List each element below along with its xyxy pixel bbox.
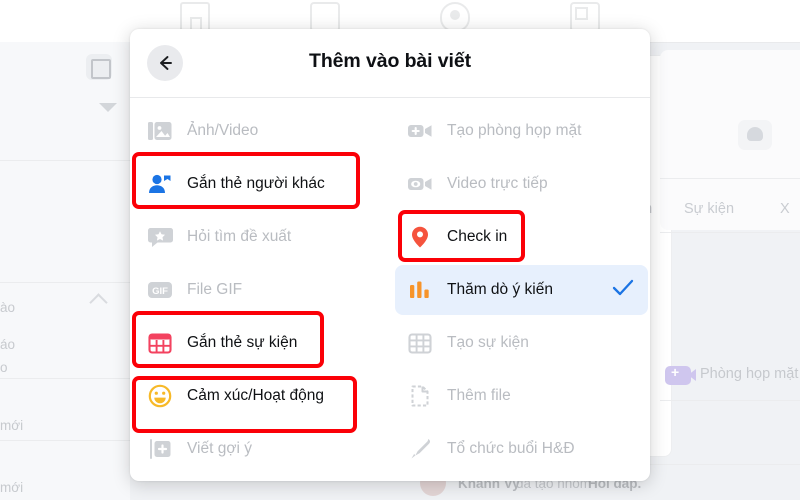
option-label: File GIF [187,281,243,298]
option-label: Tổ chức buổi H&Đ [447,440,575,457]
option-write-prompt[interactable]: Viết gợi ý [135,424,388,474]
option-host-qa[interactable]: Tổ chức buổi H&Đ [395,424,648,474]
option-label: Check in [447,228,508,245]
gif-icon: GIF [145,275,175,305]
modal-header: Thêm vào bài viết [130,29,650,98]
people-icon[interactable] [738,120,772,150]
option-create-event[interactable]: Tạo sự kiện [395,318,648,368]
option-check-in[interactable]: Check in [395,212,648,262]
photo-video-icon [145,116,175,146]
location-pin-icon [405,222,435,252]
option-label: Video trực tiếp [447,175,548,192]
option-label: Cảm xúc/Hoạt động [187,387,324,404]
background-tab[interactable]: Sự kiện [684,201,734,217]
divider [0,160,130,161]
option-label: Ảnh/Video [187,122,259,139]
chevron-down-icon[interactable] [99,103,117,112]
background-text-fragment: áo [0,337,16,352]
host-qa-icon [405,434,435,464]
write-prompt-icon [145,434,175,464]
option-tag-event[interactable]: Gắn thẻ sự kiện [135,318,388,368]
add-to-post-modal: Thêm vào bài viết Ảnh/Video Gắn thẻ ngườ… [130,29,650,481]
background-text-fragment: mới [0,480,24,495]
option-feeling-activity[interactable]: Cảm xúc/Hoạt động [135,371,388,421]
create-event-icon [405,328,435,358]
tag-event-icon [145,328,175,358]
background-tab[interactable]: X [780,201,790,217]
option-label: Hỏi tìm đề xuất [187,228,292,245]
option-tag-people[interactable]: Gắn thẻ người khác [135,159,388,209]
option-label: Gắn thẻ người khác [187,175,325,192]
option-label: Viết gợi ý [187,440,253,457]
add-file-icon [405,381,435,411]
panel-toggle-icon[interactable] [86,54,112,80]
home-icon[interactable] [180,2,210,32]
checkmark-icon [612,279,634,302]
groups-icon[interactable] [440,2,470,32]
background-text-fragment: ào [0,300,16,315]
option-create-room[interactable]: Tạo phòng họp mặt [395,106,648,156]
background-text-fragment: o [0,360,8,375]
recommendation-icon [145,222,175,252]
top-nav-icon-group [180,2,800,32]
divider [660,178,800,179]
create-room-icon [405,116,435,146]
option-photo-video[interactable]: Ảnh/Video [135,106,388,156]
divider [660,400,800,401]
option-gif[interactable]: GIF File GIF [135,265,388,315]
divider [0,378,130,379]
watch-icon[interactable] [310,2,340,32]
divider [0,440,130,441]
modal-title: Thêm vào bài viết [309,50,471,72]
option-add-file[interactable]: Thêm file [395,371,648,421]
modal-body: Ảnh/Video Gắn thẻ người khác Hỏi tìm đề … [130,98,650,459]
background-text-fragment: mới [0,418,24,433]
gaming-icon[interactable] [570,2,600,32]
svg-text:GIF: GIF [152,286,168,297]
option-label: Thăm dò ý kiến [447,281,553,298]
divider [660,232,800,233]
background-room-label: Phòng họp mặt [700,366,799,382]
video-room-icon[interactable] [665,364,696,385]
divider [0,282,130,283]
option-poll[interactable]: Thăm dò ý kiến [395,265,648,315]
right-options-column: Tạo phòng họp mặt Video trực tiếp Check … [395,106,648,477]
option-live-video[interactable]: Video trực tiếp [395,159,648,209]
live-video-icon [405,169,435,199]
option-label: Gắn thẻ sự kiện [187,334,298,351]
poll-icon [405,275,435,305]
option-ask-recommendation[interactable]: Hỏi tìm đề xuất [135,212,388,262]
left-options-column: Ảnh/Video Gắn thẻ người khác Hỏi tìm đề … [135,106,388,477]
option-label: Tạo sự kiện [447,334,529,351]
option-label: Thêm file [447,387,511,404]
feeling-activity-icon [145,381,175,411]
tag-person-icon [145,169,175,199]
option-label: Tạo phòng họp mặt [447,122,582,139]
